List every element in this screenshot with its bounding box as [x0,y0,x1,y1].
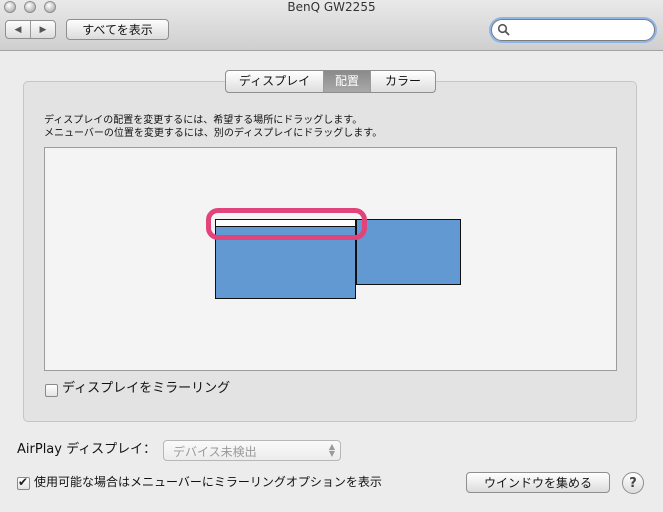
help-button[interactable]: ? [622,472,644,494]
mirror-displays-label[interactable]: ディスプレイをミラーリング [62,381,230,397]
show-mirroring-options-checkbox[interactable] [17,475,30,490]
tab-display[interactable]: ディスプレイ [226,71,324,92]
tab-color[interactable]: カラー [371,71,435,92]
gather-windows-button[interactable]: ウインドウを集める [466,472,610,493]
back-forward-control: ◀ ▶ [5,20,56,39]
airplay-display-select: デバイス未検出 ▲ ▼ [163,440,341,461]
show-all-button[interactable]: すべてを表示 [66,19,169,40]
window-toolbar: BenQ GW2255 ◀ ▶ すべてを表示 [0,0,663,51]
airplay-label: AirPlay ディスプレイ： [17,442,157,457]
tab-bar: ディスプレイ 配置 カラー [225,70,436,93]
search-icon [497,23,510,36]
forward-button[interactable]: ▶ [31,21,55,38]
search-input[interactable] [514,22,644,38]
instruction-line-menubar: メニューバーの位置を変更するには、別のディスプレイにドラッグします。 [44,128,383,139]
back-button[interactable]: ◀ [6,21,31,38]
back-arrow-icon: ◀ [14,24,22,35]
tab-arrangement[interactable]: 配置 [324,71,371,92]
secondary-display[interactable] [356,219,461,285]
instruction-line-arrange: ディスプレイの配置を変更するには、希望する場所にドラッグします。 [44,115,363,126]
select-arrows-icon: ▲ ▼ [328,442,335,458]
mirror-displays-checkbox[interactable] [45,384,58,397]
search-field[interactable] [491,19,655,41]
airplay-selected-value: デバイス未検出 [173,445,257,459]
instructions: ディスプレイの配置を変更するには、希望する場所にドラッグします。 メニューバーの… [44,114,382,140]
window-title: BenQ GW2255 [287,0,376,14]
menubar-highlight-annotation [206,208,367,240]
forward-arrow-icon: ▶ [39,24,47,35]
show-mirroring-options-label[interactable]: 使用可能な場合はメニューバーにミラーリングオプションを表示 [34,474,382,490]
